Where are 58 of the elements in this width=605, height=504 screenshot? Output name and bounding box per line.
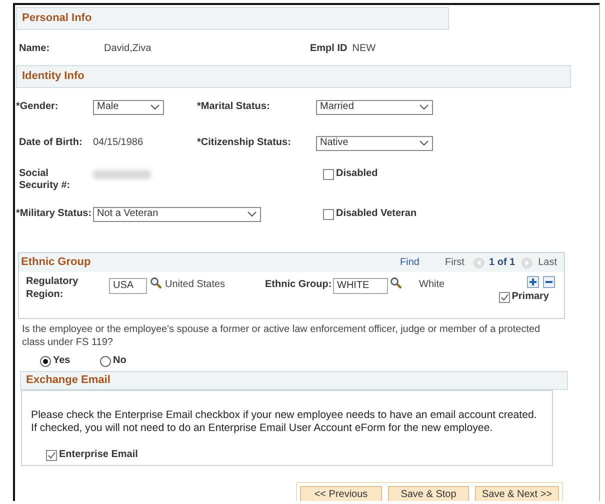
radio-dot-icon — [43, 358, 48, 364]
radio-label: Yes — [53, 355, 70, 368]
field-label: *Citizenship Status: — [197, 137, 292, 149]
section-header: Personal Info — [16, 7, 449, 30]
field-label: *Marital Status: — [197, 101, 271, 113]
field-value: United States — [165, 279, 226, 292]
search-icon[interactable] — [390, 277, 402, 290]
check-icon — [500, 292, 509, 302]
field-value: NEW — [352, 42, 376, 54]
dropdown[interactable]: Native — [316, 136, 433, 150]
find-link[interactable]: Find — [400, 256, 445, 269]
redacted-value — [93, 170, 151, 179]
dropdown[interactable]: Married — [316, 100, 433, 114]
nav-button[interactable]: Save & Stop — [388, 486, 469, 501]
field-label: Name: — [18, 42, 51, 54]
checkbox[interactable] — [323, 208, 334, 220]
check-icon — [47, 450, 56, 460]
section-header: Identity Info — [16, 65, 571, 88]
checkbox[interactable] — [323, 168, 334, 180]
nav-button[interactable]: << Previous — [300, 486, 382, 501]
field-label: Ethnic Group: — [265, 279, 333, 292]
field-value: White — [419, 279, 446, 292]
section-header: Exchange Email — [20, 371, 568, 390]
field-label: *Gender: — [16, 101, 60, 113]
field-label: *Military Status: — [16, 208, 93, 220]
field-label: Social Security #: — [18, 168, 72, 192]
plus-icon — [529, 278, 537, 286]
radio-button[interactable] — [40, 356, 51, 367]
message-text: Please check the Enterprise Email checkbox if your new employee needs to have an email account created. — [31, 409, 537, 422]
add-row-button[interactable] — [527, 276, 539, 288]
delete-row-button[interactable] — [543, 276, 555, 288]
field-value: David,Ziva — [104, 42, 152, 54]
radio-button[interactable] — [100, 356, 111, 367]
page-count: 1 of 1 — [489, 256, 516, 269]
checkbox-label: Enterprise Email — [59, 449, 138, 462]
message-text: If checked, you will not need to do an Enterprise Email User Account eForm for the new employee. — [31, 422, 493, 436]
search-icon[interactable] — [150, 277, 162, 290]
checkbox[interactable] — [46, 450, 57, 461]
chevron-down-icon — [150, 103, 160, 111]
section-header: Ethnic Group — [20, 256, 92, 270]
field-value: 04/15/1986 — [93, 137, 144, 149]
input-field[interactable]: USA — [109, 278, 147, 294]
checkbox[interactable] — [498, 292, 510, 303]
chevron-down-icon — [247, 210, 257, 218]
checkbox-label: Disabled — [336, 168, 378, 180]
question-text: Is the employee or the employee's spouse a former or active law enforcement officer, judge or member of a protected class under FS 119? — [21, 323, 542, 350]
dropdown[interactable]: Male — [93, 100, 164, 114]
checkbox-label: Primary — [512, 291, 549, 304]
field-label: Date of Birth: — [18, 137, 84, 149]
dropdown[interactable]: Not a Veteran — [93, 206, 261, 222]
radio-label: No — [113, 355, 126, 368]
nav-button[interactable]: Save & Next >> — [475, 486, 559, 501]
chevron-down-icon — [419, 139, 429, 147]
chevron-down-icon — [419, 103, 429, 111]
field-label: Empl ID — [310, 42, 348, 54]
input-field[interactable]: WHITE — [333, 278, 388, 294]
checkbox-label: Disabled Veteran — [336, 208, 417, 220]
field-label: Regulatory Region: — [25, 276, 80, 302]
